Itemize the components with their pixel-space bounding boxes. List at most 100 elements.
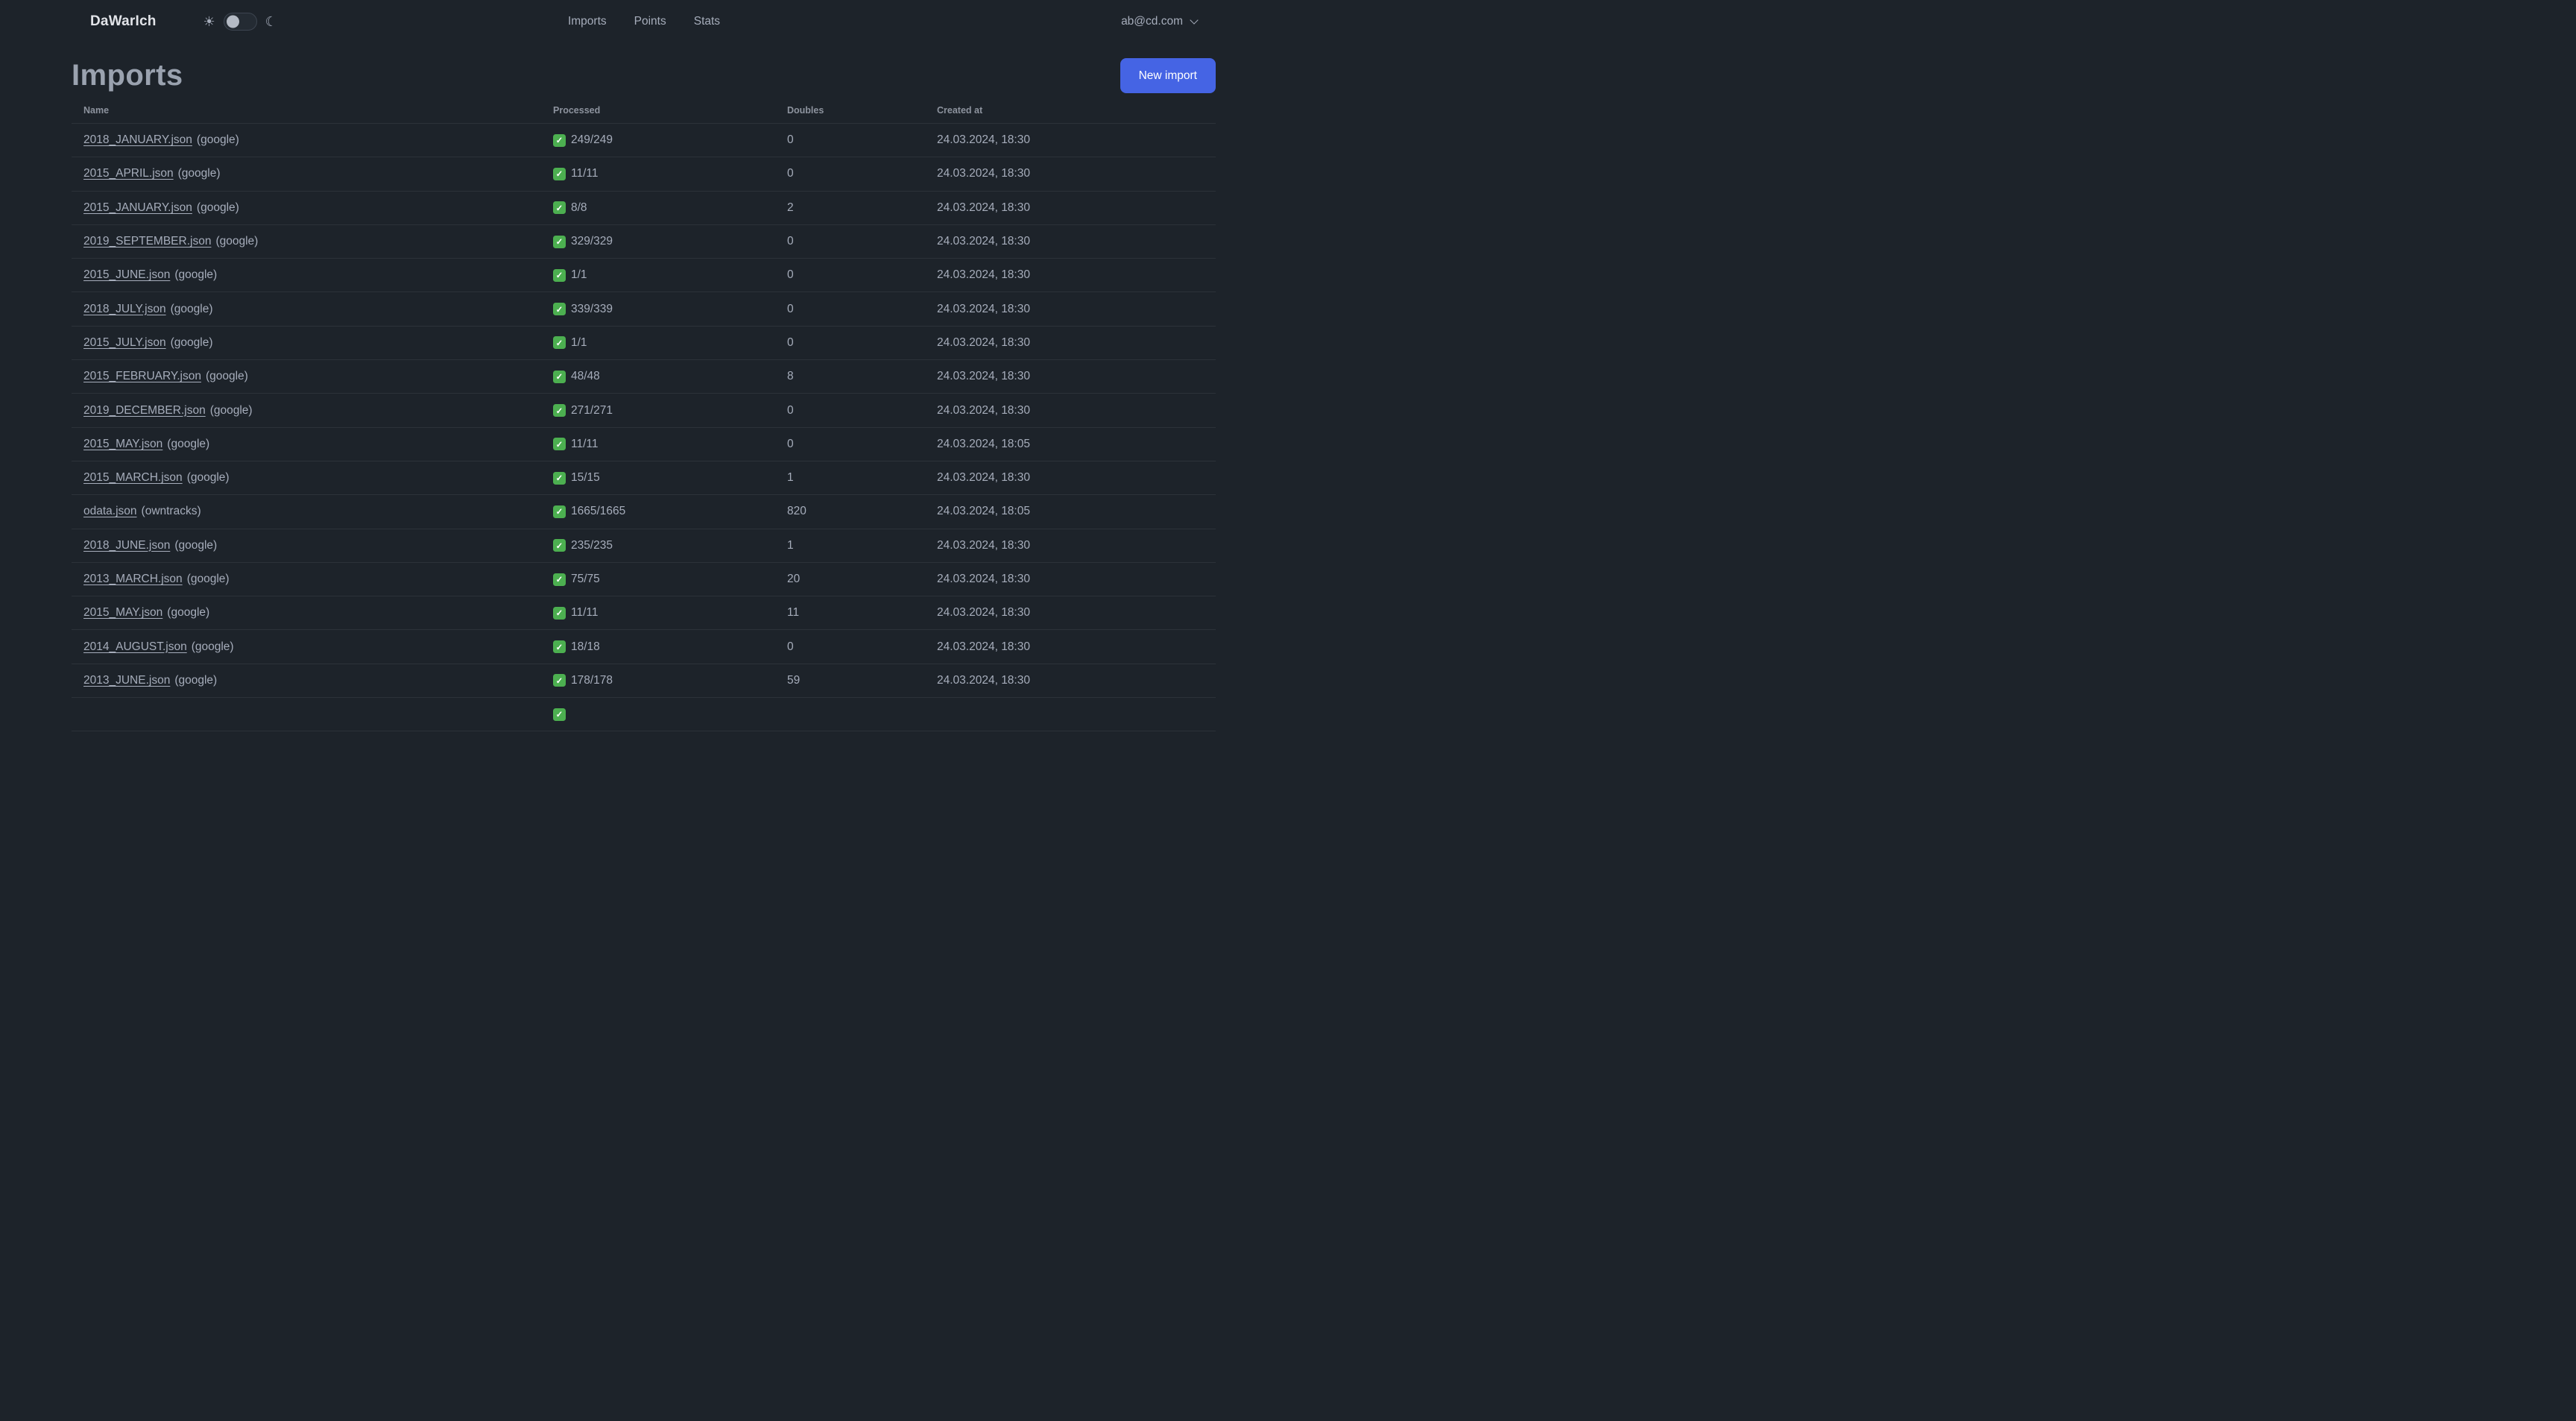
nav-link-imports[interactable]: Imports — [568, 15, 607, 28]
import-source-label: (google) — [209, 403, 253, 417]
check-icon: ✓ — [553, 674, 566, 687]
processed-cell: ✓ 1/1 — [541, 327, 775, 359]
doubles-value: 2 — [787, 201, 794, 214]
new-import-button[interactable]: New import — [1120, 58, 1216, 93]
processed-count: 18/18 — [571, 640, 600, 653]
created-at-value: 24.03.2024, 18:30 — [937, 235, 1030, 248]
import-file-link[interactable]: 2015_JUNE.json — [83, 268, 170, 282]
import-file-link[interactable]: 2018_JANUARY.json — [83, 133, 192, 147]
doubles-value: 59 — [787, 673, 801, 687]
main-content: Imports New import Name Processed Double… — [0, 58, 1288, 732]
doubles-value: 0 — [787, 640, 794, 653]
check-icon: ✓ — [553, 370, 566, 383]
nav-link-stats[interactable]: Stats — [694, 15, 720, 28]
doubles-value: 0 — [787, 268, 794, 282]
import-file-link[interactable]: 2013_JUNE.json — [83, 674, 170, 687]
import-source-label: (google) — [167, 606, 210, 620]
processed-cell: ✓ 11/11 — [541, 428, 775, 461]
column-header-processed: Processed — [553, 105, 601, 116]
name-cell: 2015_APRIL.json (google) — [72, 157, 541, 190]
name-cell: 2019_SEPTEMBER.json (google) — [72, 225, 541, 258]
processed-count: 15/15 — [571, 471, 600, 485]
import-file-link[interactable]: 2018_JULY.json — [83, 303, 166, 316]
table-row: 2015_JUNE.json (google) ✓ 1/1 0 24.03.20… — [72, 259, 1216, 293]
check-icon: ✓ — [553, 471, 566, 485]
import-source-label: (google) — [170, 302, 213, 315]
doubles-value: 20 — [787, 573, 801, 585]
column-header-name: Name — [83, 105, 110, 116]
import-file-link[interactable]: 2019_DECEMBER.json — [83, 404, 206, 418]
processed-cell: ✓ 18/18 — [541, 630, 775, 663]
check-icon: ✓ — [553, 133, 566, 147]
import-file-link[interactable]: 2014_AUGUST.json — [83, 640, 187, 654]
processed-count: 235/235 — [571, 538, 613, 552]
created-at-value: 24.03.2024, 18:30 — [937, 302, 1030, 315]
doubles-value: 0 — [787, 437, 794, 450]
doubles-value: 820 — [787, 505, 806, 518]
import-file-link[interactable]: 2015_JANUARY.json — [83, 201, 192, 215]
import-file-link[interactable]: 2013_MARCH.json — [83, 573, 183, 586]
doubles-value: 0 — [787, 133, 794, 147]
name-cell: 2018_JANUARY.json (google) — [72, 124, 541, 157]
processed-cell: ✓ — [541, 698, 775, 731]
processed-cell: ✓ 339/339 — [541, 292, 775, 325]
table-row: 2019_DECEMBER.json (google) ✓ 271/271 0 … — [72, 394, 1216, 428]
created-at-value: 24.03.2024, 18:30 — [937, 640, 1030, 653]
processed-cell: ✓ 1/1 — [541, 259, 775, 292]
import-source-label: (google) — [215, 235, 259, 248]
import-file-link[interactable]: 2015_JULY.json — [83, 336, 166, 350]
user-menu[interactable]: ab@cd.com — [1121, 15, 1199, 28]
column-header-created-at: Created at — [937, 105, 983, 116]
processed-count: 1/1 — [571, 335, 587, 349]
table-row: 2015_JULY.json (google) ✓ 1/1 0 24.03.20… — [72, 327, 1216, 361]
import-file-link[interactable]: 2015_MARCH.json — [83, 471, 183, 485]
check-icon: ✓ — [553, 438, 566, 451]
table-row: 2018_JANUARY.json (google) ✓ 249/249 0 2… — [72, 124, 1216, 158]
check-icon: ✓ — [553, 336, 566, 350]
import-file-link[interactable]: odata.json — [83, 505, 137, 518]
processed-cell: ✓ 329/329 — [541, 225, 775, 258]
import-file-link[interactable]: 2015_FEBRUARY.json — [83, 370, 201, 383]
nav-link-points[interactable]: Points — [634, 15, 666, 28]
theme-toggle[interactable] — [223, 13, 257, 31]
created-at-value: 24.03.2024, 18:30 — [937, 268, 1030, 282]
import-source-label: (google) — [186, 471, 230, 485]
table-row: 2015_JANUARY.json (google) ✓ 8/8 2 24.03… — [72, 192, 1216, 225]
doubles-value: 0 — [787, 403, 794, 417]
processed-count: 11/11 — [571, 437, 599, 450]
processed-count: 1/1 — [571, 268, 587, 282]
doubles-value: 0 — [787, 302, 794, 315]
check-icon: ✓ — [553, 235, 566, 248]
created-at-value: 24.03.2024, 18:30 — [937, 370, 1030, 383]
doubles-value — [775, 698, 925, 731]
import-source-label: (google) — [174, 673, 218, 687]
import-file-link[interactable]: 2015_APRIL.json — [83, 167, 174, 180]
check-icon: ✓ — [553, 708, 566, 721]
import-file-link[interactable]: 2015_MAY.json — [83, 606, 162, 620]
import-file-link[interactable]: 2015_MAY.json — [83, 438, 162, 451]
check-icon: ✓ — [553, 606, 566, 620]
created-at-value — [925, 698, 1216, 731]
chevron-down-icon — [1190, 16, 1199, 25]
import-source-label: (google) — [174, 268, 218, 282]
import-file-link[interactable]: 2018_JUNE.json — [83, 539, 170, 552]
name-cell: 2018_JUNE.json (google) — [72, 529, 541, 562]
processed-count: 11/11 — [571, 606, 599, 620]
import-source-label: (google) — [205, 370, 248, 383]
processed-cell: ✓ 235/235 — [541, 529, 775, 562]
processed-count: 329/329 — [571, 235, 613, 248]
processed-count: 339/339 — [571, 302, 613, 315]
brand-logo[interactable]: DaWarIch — [90, 13, 157, 30]
page-title: Imports — [72, 59, 183, 92]
created-at-value: 24.03.2024, 18:30 — [937, 335, 1030, 349]
table-row: 2018_JUNE.json (google) ✓ 235/235 1 24.0… — [72, 529, 1216, 563]
import-source-label: (google) — [177, 167, 221, 180]
import-file-link[interactable]: 2019_SEPTEMBER.json — [83, 235, 211, 248]
table-row: 2018_JULY.json (google) ✓ 339/339 0 24.0… — [72, 292, 1216, 327]
processed-count: 75/75 — [571, 573, 600, 585]
doubles-value: 8 — [787, 370, 794, 383]
processed-cell: ✓ 48/48 — [541, 360, 775, 393]
check-icon: ✓ — [553, 167, 566, 180]
name-cell: 2015_JANUARY.json (google) — [72, 192, 541, 224]
doubles-value: 0 — [787, 335, 794, 349]
